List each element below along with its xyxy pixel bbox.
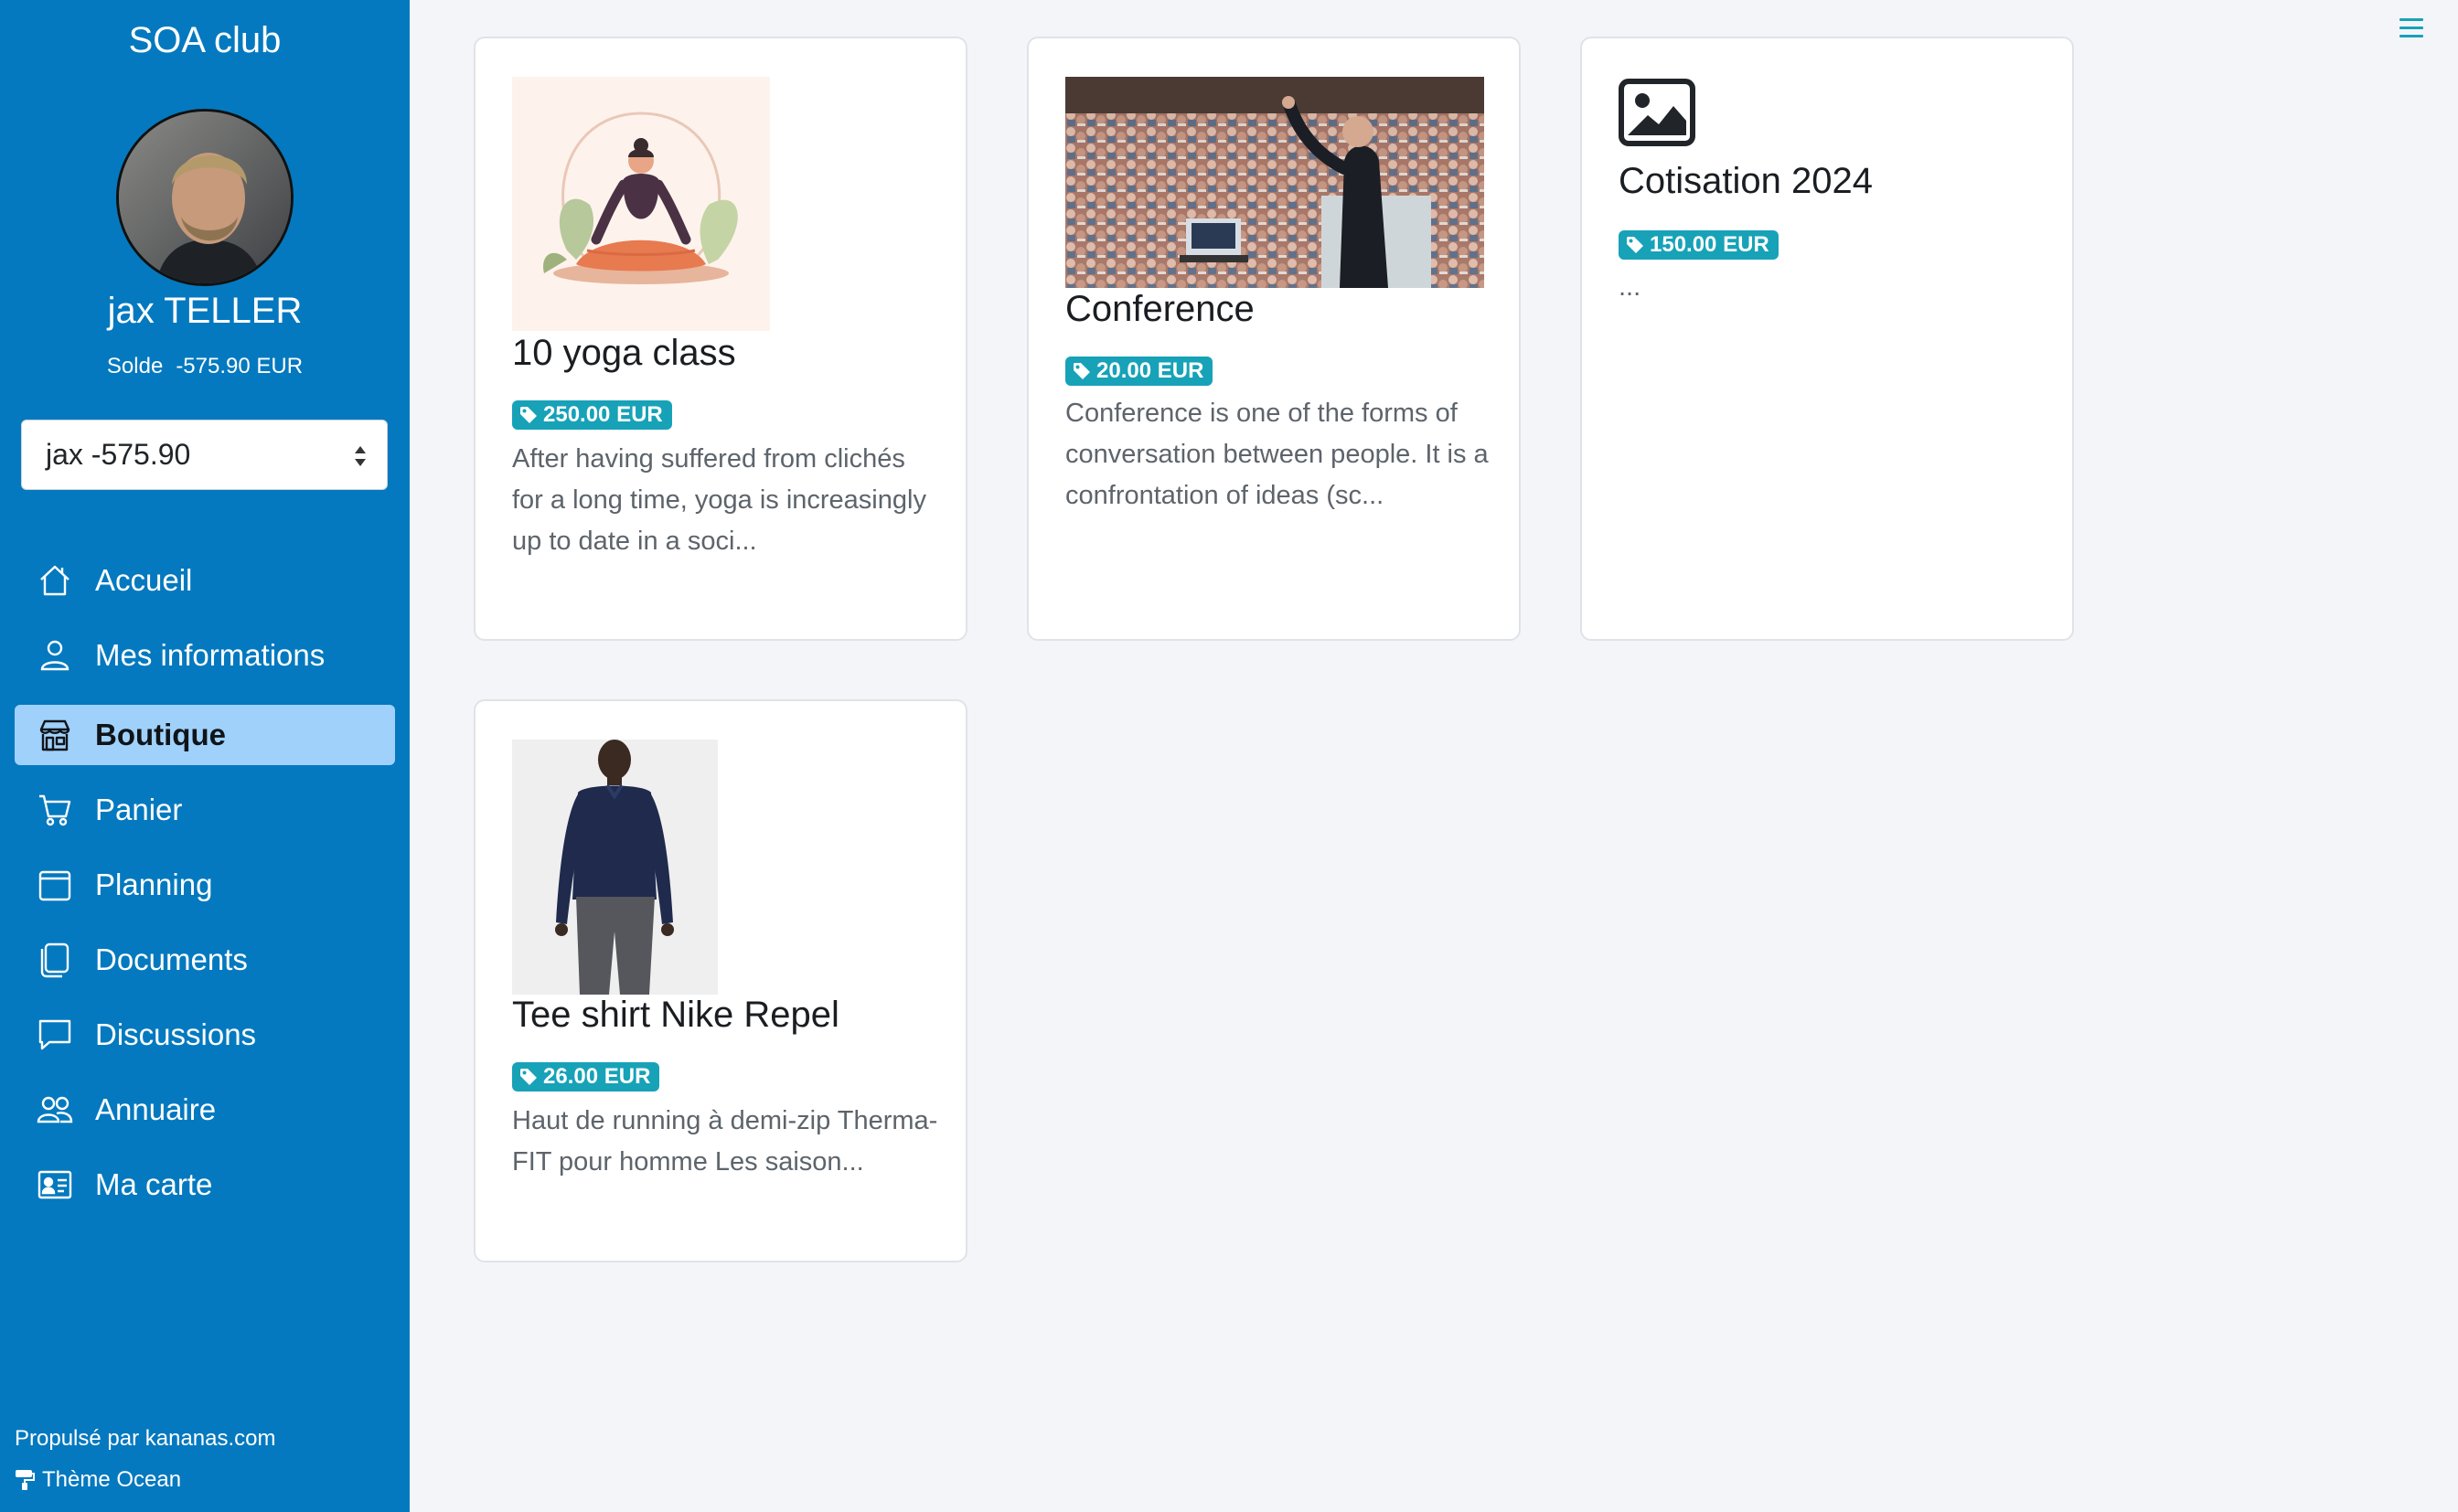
product-description: ... (1619, 272, 1641, 302)
price-value: 250.00 EUR (543, 402, 663, 427)
sidebar-item-label: Accueil (95, 563, 193, 597)
paint-roller-icon (16, 1470, 35, 1490)
chat-icon (35, 1015, 75, 1055)
menu-toggle-button[interactable] (2398, 16, 2425, 41)
sidebar-item-label: Documents (95, 942, 248, 976)
product-card-yoga[interactable]: 10 yoga class 250.00 EUR After having su… (474, 37, 967, 641)
calendar-icon (35, 865, 75, 905)
tag-icon (1627, 237, 1643, 253)
sidebar-item-mes-informations[interactable]: Mes informations (15, 625, 395, 686)
cart-icon (35, 790, 75, 830)
sidebar-item-label: Planning (95, 868, 213, 901)
home-icon (35, 560, 75, 601)
price-badge: 250.00 EUR (512, 400, 672, 430)
sidebar-item-label: Panier (95, 793, 183, 826)
yoga-illustration[interactable] (512, 77, 770, 331)
sidebar-item-boutique[interactable]: Boutique (15, 705, 395, 765)
product-title[interactable]: Cotisation 2024 (1619, 161, 1873, 202)
product-card-tshirt[interactable]: Tee shirt Nike Repel 26.00 EUR Haut de r… (474, 699, 967, 1262)
club-name[interactable]: SOA club (0, 20, 410, 61)
sidebar-item-ma-carte[interactable]: Ma carte (15, 1155, 395, 1215)
sidebar: SOA club jax TELLER Solde -575.90 EUR jax… (0, 0, 410, 1512)
balance: Solde -575.90 EUR (0, 354, 410, 379)
product-title[interactable]: 10 yoga class (512, 333, 736, 374)
product-title[interactable]: Tee shirt Nike Repel (512, 995, 839, 1036)
sidebar-item-label: Mes informations (95, 638, 326, 672)
sidebar-item-annuaire[interactable]: Annuaire (15, 1080, 395, 1140)
documents-icon (35, 940, 75, 980)
product-description: Haut de running à demi-zip Therma-FIT po… (512, 1106, 938, 1177)
tag-icon (1074, 363, 1090, 379)
card-icon (35, 1165, 75, 1205)
tshirt-photo[interactable] (512, 740, 718, 995)
sidebar-item-label: Ma carte (95, 1167, 213, 1201)
sidebar-item-label: Boutique (95, 718, 226, 751)
balance-value: -575.90 EUR (176, 354, 304, 378)
price-value: 20.00 EUR (1096, 358, 1204, 383)
product-description: After having suffered from clichés for a… (512, 444, 926, 556)
hamburger-icon (2399, 18, 2423, 37)
price-badge: 26.00 EUR (512, 1062, 660, 1091)
account-select[interactable]: jax -575.90 (21, 420, 388, 490)
tag-icon (520, 1069, 537, 1085)
sidebar-item-panier[interactable]: Panier (15, 780, 395, 840)
conference-photo[interactable] (1065, 77, 1484, 288)
tag-icon (520, 407, 537, 423)
people-icon (35, 1090, 75, 1130)
shop-icon (35, 715, 75, 755)
product-card-cotisation[interactable]: Cotisation 2024 150.00 EUR ... (1580, 37, 2074, 641)
sidebar-item-documents[interactable]: Documents (15, 930, 395, 990)
person-icon (35, 635, 75, 676)
theme-link[interactable]: Thème Ocean (15, 1467, 181, 1493)
image-placeholder-icon[interactable] (1619, 79, 1695, 146)
product-title[interactable]: Conference (1065, 289, 1255, 330)
theme-label: Thème Ocean (42, 1467, 182, 1492)
sidebar-item-planning[interactable]: Planning (15, 855, 395, 915)
sidebar-item-label: Discussions (95, 1017, 257, 1051)
price-badge: 150.00 EUR (1619, 230, 1779, 260)
avatar[interactable] (116, 109, 294, 286)
price-value: 150.00 EUR (1650, 232, 1769, 257)
price-badge: 20.00 EUR (1065, 357, 1213, 386)
balance-label: Solde (106, 354, 164, 378)
sidebar-item-accueil[interactable]: Accueil (15, 550, 395, 611)
powered-by-link[interactable]: Propulsé par kananas.com (15, 1426, 276, 1452)
price-value: 26.00 EUR (543, 1064, 651, 1089)
select-arrows-icon (355, 446, 366, 466)
sidebar-item-discussions[interactable]: Discussions (15, 1005, 395, 1065)
product-description: Conference is one of the forms of conver… (1065, 399, 1489, 510)
account-select-value: jax -575.90 (46, 438, 191, 471)
user-name: jax TELLER (107, 291, 303, 331)
product-card-conference[interactable]: Conference 20.00 EUR Conference is one o… (1027, 37, 1521, 641)
sidebar-item-label: Annuaire (95, 1092, 217, 1126)
